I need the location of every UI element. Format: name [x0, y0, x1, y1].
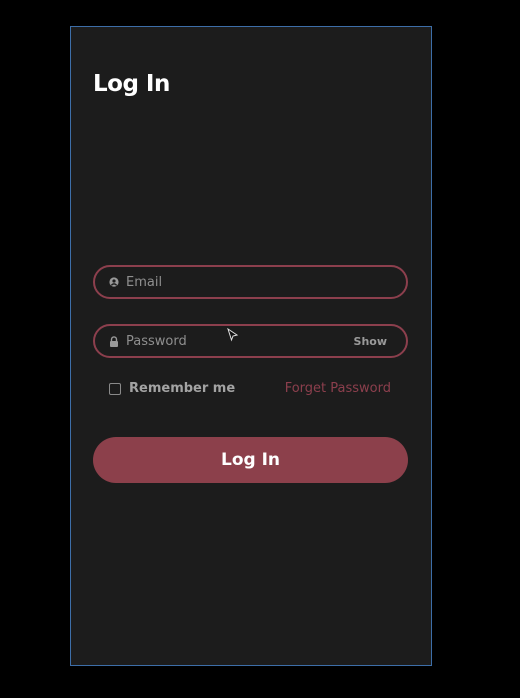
- show-password-toggle[interactable]: Show: [354, 335, 387, 348]
- user-icon: [108, 277, 119, 288]
- mouse-pointer-icon: [227, 327, 239, 342]
- checkbox-box[interactable]: [109, 382, 121, 395]
- page-title: Log In: [93, 71, 170, 97]
- remember-me-checkbox[interactable]: Remember me: [109, 381, 235, 396]
- forget-password-link[interactable]: Forget Password: [285, 381, 391, 396]
- lock-icon: [108, 335, 119, 347]
- login-screen: Log In Show Remember me Forget Passw: [70, 26, 432, 666]
- login-button[interactable]: Log In: [93, 437, 408, 483]
- password-field[interactable]: Show: [93, 324, 408, 358]
- email-input[interactable]: [119, 267, 406, 297]
- remember-me-label: Remember me: [129, 381, 236, 396]
- email-field[interactable]: [93, 265, 408, 299]
